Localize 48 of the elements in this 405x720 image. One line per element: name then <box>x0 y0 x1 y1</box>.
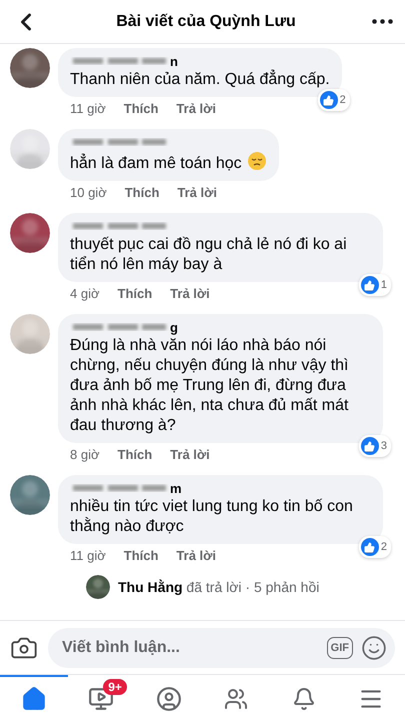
bell-icon <box>292 686 316 710</box>
home-icon <box>20 686 47 712</box>
reply-link[interactable]: Trả lời <box>176 101 216 116</box>
page-title: Bài viết của Quỳnh Lưu <box>116 12 296 30</box>
reaction-count: 1 <box>380 279 387 291</box>
commenter-name: g <box>170 320 178 334</box>
comment-text: hẳn là đam mê toán học <box>70 151 267 174</box>
reply-summary[interactable]: Thu Hằng đã trả lời · 5 phản hồi <box>118 579 320 595</box>
reply-link[interactable]: Trả lời <box>176 548 216 563</box>
like-link[interactable]: Thích <box>124 101 158 116</box>
reaction-badge[interactable]: 1 <box>358 274 391 296</box>
comment-text: thuyết pục cai đồ ngu chả lẻ nó đi ko ai tiển nó lên máy bay à <box>70 235 348 275</box>
like-icon <box>360 276 379 294</box>
comment-field[interactable]: Viết bình luận... GIF <box>48 628 395 668</box>
commenter-name: m <box>170 480 182 496</box>
like-link[interactable]: Thích <box>124 185 160 200</box>
reaction-count: 2 <box>340 94 346 106</box>
like-link[interactable]: Thích <box>124 548 158 563</box>
comment-time: 4 giờ <box>70 286 100 301</box>
comment-time: 11 giờ <box>70 548 106 563</box>
like-icon <box>360 437 379 455</box>
like-link[interactable]: Thích <box>118 447 152 462</box>
reply-link[interactable]: Trả lời <box>170 447 210 462</box>
reply-link[interactable]: Trả lời <box>177 185 217 200</box>
reaction-badge[interactable]: 2 <box>358 536 391 558</box>
like-icon <box>360 538 379 556</box>
like-link[interactable]: Thích <box>118 286 152 301</box>
more-icon <box>372 19 393 24</box>
comment-text: Thanh niên của năm. Quá đẳng cấp. <box>70 70 330 90</box>
gif-button[interactable]: GIF <box>326 636 353 658</box>
like-icon <box>320 91 338 109</box>
reaction-count: 2 <box>380 541 387 553</box>
reaction-badge[interactable]: 3 <box>358 435 391 457</box>
comment-text: Đúng là nhà văn nói láo nhà báo nói chừng, nếu chuyện đúng là như vậy thì đưa ảnh bố mẹ Trung lên đi, đừng đưa ảnh nhà khác lên, nta chưa đủ mất mát đau thương à? <box>70 336 350 436</box>
profile-icon <box>156 686 182 712</box>
groups-icon <box>224 686 248 710</box>
reaction-count: 3 <box>380 440 387 452</box>
comment-text: nhiều tin tức viet lung tung ko tin bố con thằng nào được <box>70 497 354 537</box>
more-button[interactable] <box>372 19 393 24</box>
emoji-icon[interactable] <box>361 634 387 660</box>
nav-tab[interactable]: 9+ <box>68 675 135 720</box>
comment-time: 8 giờ <box>70 447 100 462</box>
comment-time: 11 giờ <box>70 101 106 116</box>
commenter-name: n <box>170 54 178 68</box>
notification-badge: 9+ <box>103 679 127 695</box>
comment-time: 10 giờ <box>70 185 107 200</box>
reaction-badge[interactable]: 2 <box>318 89 350 111</box>
reply-link[interactable]: Trả lời <box>170 286 210 301</box>
